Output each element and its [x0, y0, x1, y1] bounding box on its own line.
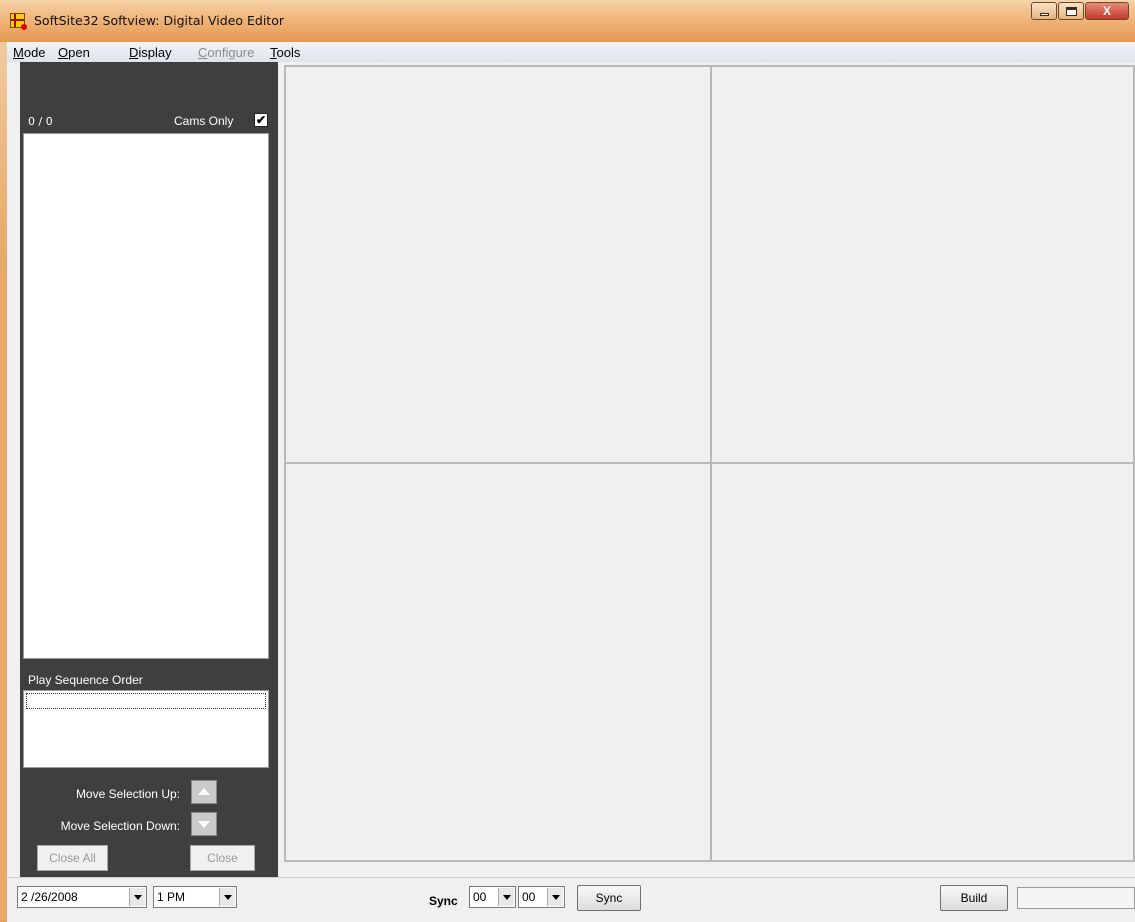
- arrow-up-icon: [198, 788, 210, 795]
- menu-tools[interactable]: Tools: [270, 45, 300, 60]
- sequence-focus-row[interactable]: [26, 693, 266, 709]
- chevron-down-icon[interactable]: [498, 888, 514, 906]
- minimize-button[interactable]: [1031, 2, 1057, 20]
- video-pane-1[interactable]: [284, 65, 712, 464]
- play-sequence-list[interactable]: [23, 690, 269, 768]
- menu-configure: Configure: [198, 45, 255, 60]
- caption-buttons: X: [1030, 2, 1129, 22]
- app-icon[interactable]: [10, 13, 27, 30]
- menu-mode[interactable]: Mode: [13, 45, 46, 60]
- menu-open[interactable]: Open: [58, 45, 90, 60]
- sync-hours-value: 00: [473, 890, 487, 904]
- left-gap: [7, 62, 20, 877]
- camera-count: 0 / 0: [28, 115, 53, 128]
- video-grid: [278, 62, 1135, 877]
- close-button[interactable]: Close: [190, 845, 255, 871]
- move-down-label: Move Selection Down:: [60, 819, 180, 833]
- chevron-down-icon[interactable]: [219, 888, 235, 906]
- move-up-button[interactable]: [191, 780, 217, 804]
- sync-hours-select[interactable]: 00: [469, 886, 516, 908]
- arrow-down-icon: [198, 821, 210, 828]
- title-bar[interactable]: SoftSite32 Softview: Digital Video Edito…: [0, 0, 1135, 42]
- camera-list[interactable]: [23, 133, 269, 659]
- build-button[interactable]: Build: [940, 885, 1008, 911]
- menu-display[interactable]: Display: [129, 45, 172, 60]
- cams-only-checkbox[interactable]: ✔: [254, 113, 268, 127]
- maximize-button[interactable]: [1058, 2, 1084, 20]
- close-all-button[interactable]: Close All: [37, 845, 108, 871]
- minimize-icon: [1040, 13, 1049, 16]
- chevron-down-icon[interactable]: [547, 888, 563, 906]
- close-window-button[interactable]: X: [1085, 2, 1129, 20]
- hour-select[interactable]: 1 PM: [153, 886, 237, 908]
- maximize-icon: [1066, 7, 1077, 16]
- video-pane-2[interactable]: [710, 65, 1135, 464]
- cams-only-label: Cams Only: [174, 114, 234, 128]
- date-select[interactable]: 2 /26/2008: [17, 886, 147, 908]
- video-pane-3[interactable]: [284, 462, 712, 862]
- window-title: SoftSite32 Softview: Digital Video Edito…: [34, 13, 284, 28]
- sync-minutes-value: 00: [522, 890, 536, 904]
- sync-button[interactable]: Sync: [577, 885, 641, 911]
- menu-bar: Mode Open Display Configure Tools: [7, 42, 1135, 62]
- chevron-down-icon[interactable]: [129, 888, 145, 906]
- move-down-button[interactable]: [191, 812, 217, 836]
- date-value: 2 /26/2008: [21, 890, 78, 904]
- sync-minutes-select[interactable]: 00: [518, 886, 565, 908]
- hour-value: 1 PM: [157, 890, 186, 904]
- app-window: SoftSite32 Softview: Digital Video Edito…: [0, 0, 1135, 922]
- move-up-label: Move Selection Up:: [75, 787, 180, 801]
- close-icon: X: [1102, 4, 1111, 18]
- video-pane-4[interactable]: [710, 462, 1135, 862]
- window-left-border: [0, 42, 7, 921]
- build-progress-bar: [1017, 887, 1135, 909]
- sync-label: Sync: [429, 894, 458, 908]
- play-sequence-label: Play Sequence Order: [28, 673, 143, 687]
